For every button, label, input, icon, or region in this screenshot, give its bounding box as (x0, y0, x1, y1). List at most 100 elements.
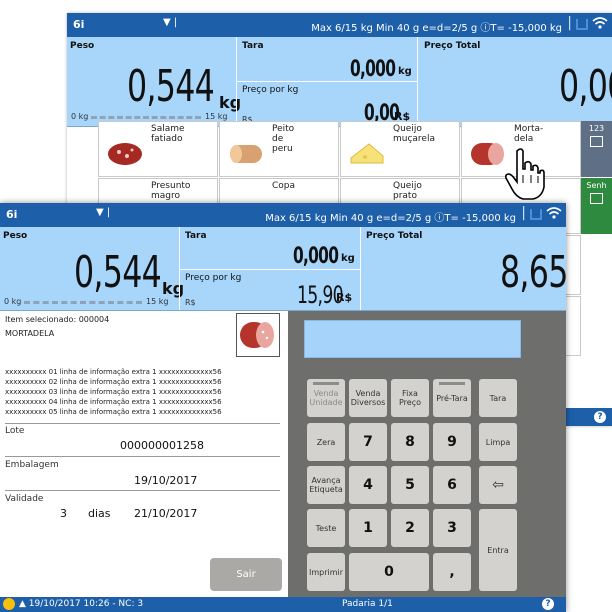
key-6[interactable]: 6 (433, 466, 471, 504)
sair-button[interactable]: Sair (210, 558, 282, 591)
item-selected: Item selecionado: 000004 (5, 315, 110, 324)
product-name: Salame fatiado (151, 124, 185, 144)
preco-total-value: 0,00 (559, 61, 612, 112)
tara-label: Tara (242, 41, 264, 51)
key-9[interactable]: 9 (433, 423, 471, 461)
password-label: Senh (586, 181, 607, 190)
app-name: 6i (6, 208, 18, 221)
item-detail-panel: Item selecionado: 000004 MORTADELA xxxxx… (0, 311, 288, 597)
lote-value: 000000001258 (120, 439, 204, 452)
peso-label: Peso (70, 41, 95, 51)
tara-value: 0,000 (293, 244, 339, 269)
key-3[interactable]: 3 (433, 509, 471, 547)
preco-total-value: 8,65 (500, 247, 566, 298)
preco-total-label: Preço Total (424, 41, 481, 51)
info-line: xxxxxxxxxx 02 linha de informação extra … (5, 378, 222, 386)
validade-date: 21/10/2017 (134, 507, 198, 520)
numeric-mode-label: 123 (588, 124, 605, 133)
entra-button[interactable]: Entra (479, 509, 517, 591)
imprimir-button[interactable]: Imprimir (307, 553, 345, 591)
mortadella-icon (471, 143, 504, 165)
front-window: 6i ▼ | Max 6/15 kg Min 40 g e=d=2/5 g ⓘT… (0, 203, 566, 612)
backspace-button[interactable]: ⇦ (479, 466, 517, 504)
preco-total-label: Preço Total (366, 231, 423, 241)
network-icon (530, 209, 542, 220)
key-0[interactable]: 0 (349, 553, 429, 591)
embalagem-label: Embalagem (5, 460, 59, 470)
lote-label: Lote (5, 426, 25, 436)
key-8[interactable]: 8 (391, 423, 429, 461)
key-comma[interactable]: , (433, 553, 471, 591)
keypad-icon (590, 193, 603, 204)
weighing-display: Peso 0,544 kg 0 kg 15 kg Tara 0,000 kg P… (67, 37, 612, 127)
salami-icon (108, 143, 142, 165)
preco-kg-currency: R$ (185, 298, 196, 307)
keypad-display (304, 320, 521, 358)
wifi-icon (592, 17, 608, 29)
scale-max: 15 kg (146, 297, 169, 306)
avanca-etiqueta-button[interactable]: Avança Etiqueta (307, 466, 345, 504)
keypad-icon (590, 136, 603, 147)
wifi-icon (546, 207, 562, 219)
info-line: xxxxxxxxxx 01 linha de informação extra … (5, 368, 222, 376)
tara-unit: kg (341, 253, 355, 264)
product-name: Peito de peru (272, 124, 295, 154)
weighing-display: Peso 0,544 kg 0 kg 15 kg Tara 0,000 kg P… (0, 227, 566, 311)
help-icon[interactable]: ? (542, 598, 554, 610)
app-name: 6i (73, 18, 85, 31)
peso-value: 0,544 (127, 61, 215, 112)
peso-unit: kg (219, 93, 242, 112)
product-name: Queijo prato (393, 181, 422, 201)
status-indicator-icon (3, 598, 15, 610)
title-bar: 6i ▼ | Max 6/15 kg Min 40 g e=d=2/5 g ⓘT… (0, 203, 566, 227)
cheese-icon (350, 143, 384, 164)
product-name: Morta- dela (514, 124, 544, 144)
weight-scale-bar (24, 301, 142, 305)
status-department: Padaria 1/1 (342, 599, 393, 609)
item-name: MORTADELA (5, 329, 55, 338)
pre-tara-button[interactable]: Pré-Tara (433, 379, 471, 417)
product-peito-de-peru[interactable]: Peito de peru (219, 121, 339, 177)
preco-kg-label: Preço por kg (185, 273, 242, 283)
mode-dropdown[interactable]: ▼ | (163, 17, 177, 28)
info-line: xxxxxxxxxx 05 linha de informação extra … (5, 408, 222, 416)
venda-unidade-button[interactable]: Venda Unidade (307, 379, 345, 417)
product-queijo-mucarela[interactable]: Queijo muçarela (340, 121, 460, 177)
item-image (236, 313, 280, 357)
zera-button[interactable]: Zera (307, 423, 345, 461)
hand-pointer-icon (505, 148, 545, 200)
product-name: Copa (272, 181, 296, 191)
preco-kg-value-currency: R$ (336, 291, 353, 304)
mortadella-icon (240, 322, 274, 348)
key-4[interactable]: 4 (349, 466, 387, 504)
mode-dropdown[interactable]: ▼ | (96, 207, 110, 218)
password-button[interactable]: Senh (581, 178, 612, 234)
product-salame-fatiado[interactable]: Salame fatiado (98, 121, 218, 177)
title-bar: 6i ▼ | Max 6/15 kg Min 40 g e=d=2/5 g ⓘT… (67, 13, 612, 37)
scale-min: 0 kg (71, 112, 89, 121)
product-name: Queijo muçarela (393, 124, 435, 144)
key-5[interactable]: 5 (391, 466, 429, 504)
fixa-preco-button[interactable]: Fixa Preço (391, 379, 429, 417)
scale-min: 0 kg (4, 297, 22, 306)
key-1[interactable]: 1 (349, 509, 387, 547)
help-icon[interactable]: ? (594, 411, 606, 423)
info-line: xxxxxxxxxx 04 linha de informação extra … (5, 398, 222, 406)
numeric-mode-button[interactable]: 123 (581, 121, 612, 177)
peso-label: Peso (3, 231, 28, 241)
peso-unit: kg (162, 279, 185, 298)
info-line: xxxxxxxxxx 03 linha de informação extra … (5, 388, 222, 396)
key-2[interactable]: 2 (391, 509, 429, 547)
validade-days: 3 (60, 507, 67, 520)
venda-diversos-button[interactable]: Venda Diversos (349, 379, 387, 417)
scale-info: Max 6/15 kg Min 40 g e=d=2/5 g ⓘT= -15,0… (311, 23, 562, 34)
tara-label: Tara (185, 231, 207, 241)
limpa-button[interactable]: Limpa (479, 423, 517, 461)
tara-button[interactable]: Tara (479, 379, 517, 417)
validade-unit: dias (88, 507, 111, 520)
tara-unit: kg (398, 66, 412, 77)
scale-max: 15 kg (205, 112, 228, 121)
key-7[interactable]: 7 (349, 423, 387, 461)
backspace-icon: ⇦ (492, 476, 504, 493)
teste-button[interactable]: Teste (307, 509, 345, 547)
